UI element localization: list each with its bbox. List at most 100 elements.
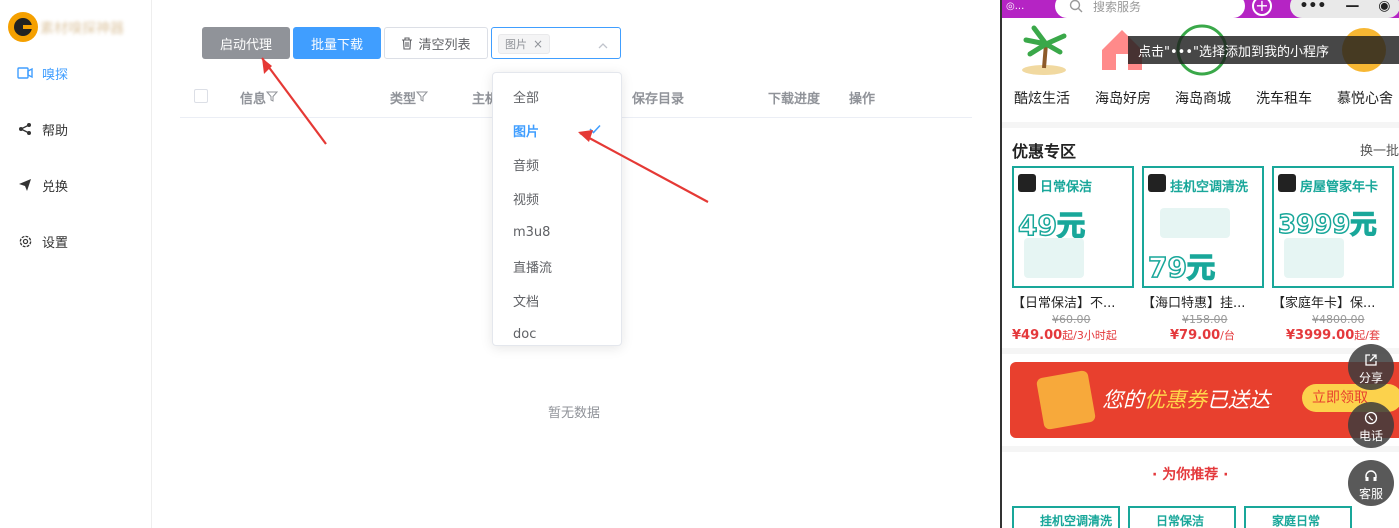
category-item[interactable]: 洗车租车 xyxy=(1256,88,1312,108)
product-title: 【日常保洁】不... xyxy=(1012,296,1116,311)
dropdown-option[interactable]: doc xyxy=(493,317,621,351)
clear-list-button[interactable]: 清空列表 xyxy=(384,27,488,59)
dropdown-option[interactable]: 视频 xyxy=(493,181,621,215)
product-image: 房屋管家年卡 3999元 xyxy=(1272,166,1394,288)
mini-program-panel: ◎... 搜索服务 + ••• — ◉ 点击"•••"选择添加到我的小程序 酷炫… xyxy=(1000,0,1399,528)
column-label: 类型 xyxy=(390,92,417,107)
price-unit: /台 xyxy=(1220,329,1235,342)
product-card[interactable]: 挂机空调清洗 79元 【海口特惠】挂... ¥158.00 ¥79.00/台 xyxy=(1142,166,1264,343)
sidebar-item-label: 兑换 xyxy=(42,179,69,195)
column-type[interactable]: 类型 xyxy=(390,88,429,107)
dropdown-option[interactable]: 文档 xyxy=(493,283,621,317)
product-price: ¥3999.00起/套 xyxy=(1272,327,1394,343)
brand-logo-icon xyxy=(1018,174,1036,192)
select-all-checkbox[interactable] xyxy=(194,89,208,103)
share-button[interactable]: 分享 xyxy=(1348,344,1394,390)
batch-download-button[interactable]: 批量下载 xyxy=(293,27,381,59)
type-filter-select[interactable]: 图片 × xyxy=(491,27,621,59)
price-value: ¥79.00 xyxy=(1170,328,1221,343)
dropdown-option[interactable]: 直播流 xyxy=(493,249,621,283)
add-icon[interactable]: + xyxy=(1252,0,1272,16)
gift-illustration xyxy=(1284,238,1344,278)
close-icon[interactable]: ◉ xyxy=(1378,0,1390,14)
mini-product-card[interactable]: 挂机空调清洗 xyxy=(1012,506,1120,528)
start-proxy-button[interactable]: 启动代理 xyxy=(202,27,290,59)
type-dropdown: 全部 图片 音频 视频 m3u8 直播流 文档 doc xyxy=(492,72,622,346)
column-label: 信息 xyxy=(240,92,267,107)
product-old-price: ¥158.00 xyxy=(1182,313,1228,326)
product-header: 挂机空调清洗 xyxy=(1170,180,1249,195)
app-name: 素材嗅探神器 xyxy=(40,21,124,37)
sidebar-item-sniff[interactable]: 嗅探 xyxy=(16,61,68,85)
product-card[interactable]: 房屋管家年卡 3999元 【家庭年卡】保... ¥4800.00 ¥3999.0… xyxy=(1272,166,1394,343)
product-card[interactable]: 日常保洁 49元 【日常保洁】不... ¥60.00 ¥49.00起/3小时起 xyxy=(1012,166,1134,343)
cleaner-illustration xyxy=(1024,238,1084,278)
category-area: 点击"•••"选择添加到我的小程序 酷炫生活 海岛好房 海岛商城 洗车租车 慕悦… xyxy=(1002,18,1399,122)
coupon-text: 您的优惠券已送达 xyxy=(1102,384,1270,414)
price-unit: 起/3小时起 xyxy=(1062,329,1117,342)
red-envelope-icon xyxy=(1035,369,1097,431)
screen: 素材嗅探神器 嗅探 帮助 兑换 设置 启动代理 批量下载 清空列表 图片 × 信… xyxy=(0,0,1399,528)
brand-logo-icon xyxy=(1278,174,1296,192)
send-icon xyxy=(16,176,34,194)
mini-product-card[interactable]: 家庭日常 xyxy=(1244,506,1352,528)
dropdown-option[interactable]: 全部 xyxy=(493,79,621,113)
gear-icon xyxy=(16,232,34,250)
product-price: ¥79.00/台 xyxy=(1142,327,1264,343)
trash-icon xyxy=(401,36,413,50)
service-search-input[interactable]: 搜索服务 xyxy=(1055,0,1245,18)
product-old-price: ¥60.00 xyxy=(1052,313,1091,326)
check-icon xyxy=(589,123,601,138)
palm-tree-icon[interactable] xyxy=(1016,22,1072,78)
product-big-price: 3999元 xyxy=(1277,209,1377,241)
location-label[interactable]: ◎... xyxy=(1006,1,1024,12)
dropdown-option-label: 图片 xyxy=(513,124,540,140)
coupon-banner[interactable]: 您的优惠券已送达 立即领取 xyxy=(1010,362,1399,438)
refresh-link[interactable]: 换一批 xyxy=(1360,140,1399,159)
more-icon[interactable]: ••• xyxy=(1299,0,1326,14)
mini-product-card[interactable]: 日常保洁 xyxy=(1128,506,1236,528)
brand-logo-icon xyxy=(1148,174,1166,192)
coupon-banner-area: 您的优惠券已送达 立即领取 xyxy=(1002,354,1399,446)
phone-label: 电话 xyxy=(1358,429,1383,443)
coupon-prefix: 您的 xyxy=(1102,388,1144,412)
dropdown-option[interactable]: m3u8 xyxy=(493,215,621,249)
share-label: 分享 xyxy=(1358,371,1383,385)
product-old-price: ¥4800.00 xyxy=(1312,313,1365,326)
price-value: ¥49.00 xyxy=(1012,328,1063,343)
sidebar-item-label: 嗅探 xyxy=(42,67,69,83)
category-item[interactable]: 酷炫生活 xyxy=(1014,88,1070,108)
customer-service-label: 客服 xyxy=(1358,487,1383,501)
main-panel: 启动代理 批量下载 清空列表 图片 × 信息 类型 主机 保存目录 下载进度 操… xyxy=(152,0,1000,528)
section-title: 优惠专区 xyxy=(1012,142,1077,161)
price-unit: 起/套 xyxy=(1354,329,1380,342)
recommend-title: · 为你推荐 · xyxy=(1152,467,1229,483)
column-actions: 操作 xyxy=(849,92,876,107)
category-item[interactable]: 海岛好房 xyxy=(1095,88,1151,108)
filter-icon[interactable] xyxy=(415,90,429,106)
dropdown-option[interactable]: 音频 xyxy=(493,147,621,181)
air-conditioner-illustration xyxy=(1160,208,1230,238)
phone-button[interactable]: 电话 xyxy=(1348,402,1394,448)
sidebar-item-settings[interactable]: 设置 xyxy=(16,229,68,253)
sidebar-item-help[interactable]: 帮助 xyxy=(16,117,68,141)
filter-icon[interactable] xyxy=(265,90,279,106)
coupon-suffix: 已送达 xyxy=(1207,388,1270,412)
mini-program-topbar: ◎... 搜索服务 + ••• — ◉ xyxy=(1002,0,1399,18)
tag-close-icon[interactable]: × xyxy=(533,37,543,51)
sidebar-item-redeem[interactable]: 兑换 xyxy=(16,173,68,197)
column-info[interactable]: 信息 xyxy=(240,88,279,107)
dropdown-option-selected[interactable]: 图片 xyxy=(493,113,621,147)
product-image: 日常保洁 49元 xyxy=(1012,166,1134,288)
minimize-icon[interactable]: — xyxy=(1345,0,1359,14)
category-item[interactable]: 海岛商城 xyxy=(1175,88,1231,108)
price-value: ¥3999.00 xyxy=(1286,328,1355,343)
category-item[interactable]: 慕悦心舍 xyxy=(1337,88,1393,108)
capsule-menu: ••• — ◉ xyxy=(1290,0,1399,18)
column-progress: 下载进度 xyxy=(768,92,821,107)
app-logo-icon xyxy=(8,12,38,42)
product-header: 房屋管家年卡 xyxy=(1300,180,1379,195)
selected-tag: 图片 × xyxy=(498,34,551,54)
selected-tag-label: 图片 xyxy=(505,38,527,51)
customer-service-button[interactable]: 客服 xyxy=(1348,460,1394,506)
